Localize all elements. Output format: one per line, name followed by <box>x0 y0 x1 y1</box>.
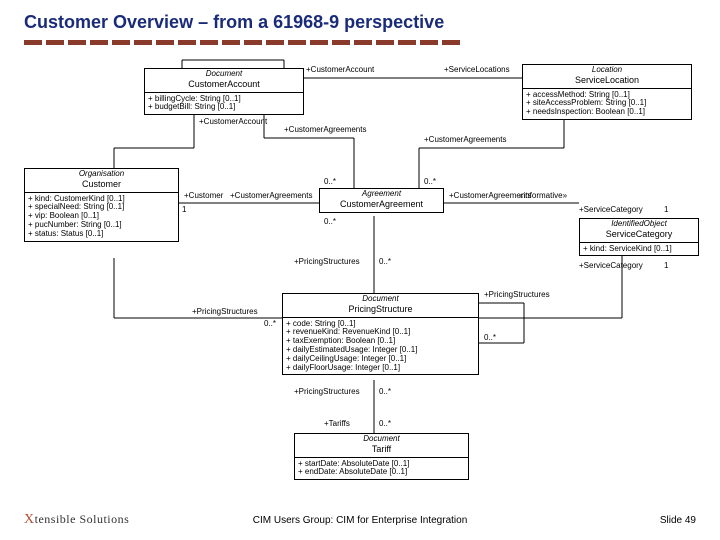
role-label: +PricingStructures <box>484 291 550 300</box>
title-underline <box>24 40 564 46</box>
multiplicity-label: 0..* <box>324 178 336 187</box>
stereotype-label: Document <box>283 294 478 304</box>
class-name: ServiceLocation <box>523 75 691 89</box>
multiplicity-label: 1 <box>664 262 668 271</box>
stereotype-label: Agreement <box>320 189 443 199</box>
stereotype-label: Document <box>145 69 303 79</box>
role-label: +CustomerAgreements <box>230 192 312 201</box>
stereotype-label: Organisation <box>25 169 178 179</box>
attr-list: kind: ServiceKind [0..1] <box>580 243 698 256</box>
attr-list: startDate: AbsoluteDate [0..1] endDate: … <box>295 458 468 480</box>
multiplicity-label: 1 <box>664 206 668 215</box>
multiplicity-label: 1 <box>182 206 186 215</box>
connector-lines <box>24 58 700 488</box>
class-pricing-structure: Document PricingStructure code: String [… <box>282 293 479 375</box>
attr-list: code: String [0..1] revenueKind: Revenue… <box>283 318 478 375</box>
role-label: +PricingStructures <box>192 308 258 317</box>
role-label: +ServiceLocations <box>444 66 510 75</box>
role-label: +PricingStructures <box>294 258 360 267</box>
class-service-location: Location ServiceLocation accessMethod: S… <box>522 64 692 120</box>
class-name: PricingStructure <box>283 304 478 318</box>
class-tariff: Document Tariff startDate: AbsoluteDate … <box>294 433 469 480</box>
role-label: +ServiceCategory <box>579 262 643 271</box>
role-label: +Customer <box>184 192 223 201</box>
class-customer: Organisation Customer kind: CustomerKind… <box>24 168 179 242</box>
attr: needsInspection: Boolean [0..1] <box>526 108 688 117</box>
class-service-category: IdentifiedObject ServiceCategory kind: S… <box>579 218 699 256</box>
attr: dailyFloorUsage: Integer [0..1] <box>286 364 475 373</box>
role-label: +ServiceCategory <box>579 206 643 215</box>
stereotype-label: «informative» <box>519 192 567 201</box>
multiplicity-label: 0..* <box>264 320 276 329</box>
attr-list: kind: CustomerKind [0..1] specialNeed: S… <box>25 193 178 241</box>
attr: kind: ServiceKind [0..1] <box>583 245 695 254</box>
stereotype-label: Document <box>295 434 468 444</box>
multiplicity-label: 0..* <box>324 218 336 227</box>
footer-caption: CIM Users Group: CIM for Enterprise Inte… <box>0 515 720 526</box>
class-customer-account: Document CustomerAccount billingCycle: S… <box>144 68 304 115</box>
attr: endDate: AbsoluteDate [0..1] <box>298 468 465 477</box>
role-label: +CustomerAccount <box>306 66 374 75</box>
class-name: Tariff <box>295 444 468 458</box>
attr: budgetBill: String [0..1] <box>148 103 300 112</box>
role-label: +Tariffs <box>324 420 350 429</box>
multiplicity-label: 0..* <box>379 420 391 429</box>
role-label: +PricingStructures <box>294 388 360 397</box>
attr: status: Status [0..1] <box>28 230 175 239</box>
slide-root: Customer Overview – from a 61968-9 persp… <box>0 0 720 540</box>
multiplicity-label: 0..* <box>379 388 391 397</box>
class-name: ServiceCategory <box>580 229 698 243</box>
stereotype-label: IdentifiedObject <box>580 219 698 229</box>
attr-list: accessMethod: String [0..1] siteAccessPr… <box>523 89 691 119</box>
stereotype-label: Location <box>523 65 691 75</box>
diagram-canvas: Document CustomerAccount billingCycle: S… <box>24 58 700 488</box>
attr-list: billingCycle: String [0..1] budgetBill: … <box>145 93 303 115</box>
multiplicity-label: 0..* <box>424 178 436 187</box>
role-label: +CustomerAccount <box>199 118 267 127</box>
multiplicity-label: 0..* <box>484 334 496 343</box>
page-title: Customer Overview – from a 61968-9 persp… <box>24 12 444 33</box>
class-name: Customer <box>25 179 178 193</box>
multiplicity-label: 0..* <box>379 258 391 267</box>
class-name: CustomerAccount <box>145 79 303 93</box>
slide-number: Slide 49 <box>660 515 696 526</box>
class-customer-agreement: Agreement CustomerAgreement <box>319 188 444 213</box>
class-name: CustomerAgreement <box>320 199 443 212</box>
role-label: +CustomerAgreements <box>424 136 506 145</box>
role-label: +CustomerAgreements <box>284 126 366 135</box>
